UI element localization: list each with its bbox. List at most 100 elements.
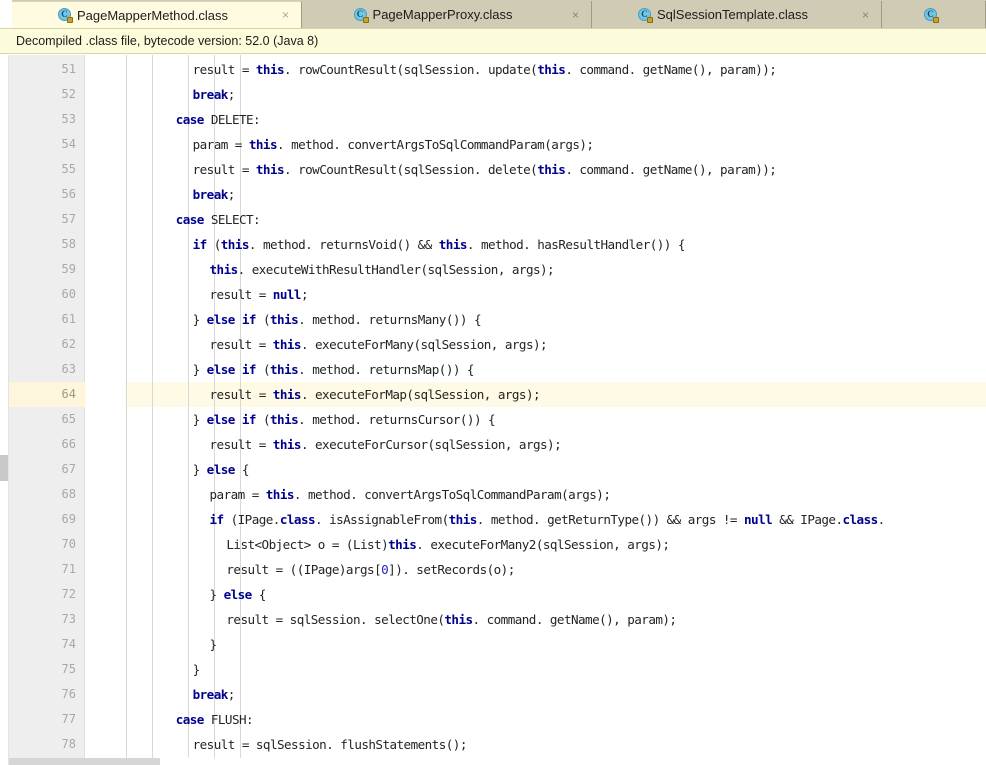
lock-icon (67, 17, 73, 23)
code-text: ; (228, 687, 235, 702)
code-line[interactable]: } else if (this. method. returnsMap()) { (193, 357, 474, 382)
editor-tab-3[interactable]: C SqlSessionTemplate.class × (592, 1, 882, 28)
line-number: 78 (16, 732, 76, 757)
java-class-locked-icon: C (638, 8, 652, 22)
editor-tab-title-group: CPageMapperMethod.class (58, 8, 228, 23)
lock-icon (363, 17, 369, 23)
code-line[interactable]: List<Object> o = (List)this. executeForM… (226, 532, 669, 557)
line-number: 74 (16, 632, 76, 657)
code-text: result = sqlSession. selectOne( (226, 612, 444, 627)
line-number: 65 (16, 407, 76, 432)
code-line[interactable]: result = null; (210, 282, 308, 307)
code-line[interactable]: result = this. rowCountResult(sqlSession… (193, 157, 777, 182)
code-text: } (193, 462, 207, 477)
code-line[interactable]: case DELETE: (176, 107, 260, 132)
java-class-locked-icon: C (354, 8, 368, 22)
line-number: 76 (16, 682, 76, 707)
editor-left-scroll-thumb[interactable] (0, 455, 8, 481)
code-line[interactable]: this. executeWithResultHandler(sqlSessio… (210, 257, 555, 282)
code-line[interactable]: } else if (this. method. returnsCursor()… (193, 407, 495, 432)
code-line[interactable]: if (IPage.class. isAssignableFrom(this. … (210, 507, 892, 532)
code-keyword: this (221, 237, 249, 252)
code-keyword: case (176, 712, 204, 727)
line-number: 52 (16, 82, 76, 107)
line-number: 70 (16, 532, 76, 557)
code-text: . rowCountResult(sqlSession. delete( (284, 162, 537, 177)
code-line[interactable]: break; (193, 182, 235, 207)
code-text: ]). setRecords(o); (388, 562, 515, 577)
editor-tab-4[interactable]: C (882, 1, 986, 28)
code-text: . method. hasResultHandler()) { (467, 237, 685, 252)
code-line[interactable]: result = ((IPage)args[0]). setRecords(o)… (226, 557, 514, 582)
editor-tab-label: PageMapperProxy.class (373, 7, 513, 22)
editor-code-area[interactable]: result = this . rowCountResult(sqlSession… (125, 55, 986, 765)
line-number: 57 (16, 207, 76, 232)
code-keyword: if (242, 412, 256, 427)
code-text: result = (210, 387, 273, 402)
java-class-locked-icon: C (58, 8, 72, 22)
editor-folding-marker-column[interactable] (86, 55, 125, 765)
code-line[interactable]: result = sqlSession. flushStatements(); (193, 732, 467, 757)
code-text: . executeWithResultHandler(sqlSession, a… (238, 262, 554, 277)
code-line[interactable]: } else { (193, 457, 249, 482)
code-keyword: class (842, 512, 877, 527)
code-text: } (193, 312, 207, 327)
code-text: . command. getName(), param)); (565, 62, 776, 77)
editor-tab-label: SqlSessionTemplate.class (657, 7, 808, 22)
code-line[interactable]: result = this. executeForMany(sqlSession… (210, 332, 548, 357)
code-keyword: this (444, 612, 472, 627)
editor-tab-2[interactable]: C PageMapperProxy.class × (302, 1, 592, 28)
editor-line-number-gutter[interactable]: 5152535455565758596061626364656667686970… (9, 55, 85, 765)
code-text: List<Object> o = (List) (226, 537, 388, 552)
code-line[interactable]: } (210, 632, 217, 657)
code-text: . method. returnsCursor()) { (298, 412, 495, 427)
editor-left-scroll-track[interactable] (0, 55, 9, 765)
code-line[interactable]: break; (193, 682, 235, 707)
code-keyword: this (273, 337, 301, 352)
code-keyword: null (744, 512, 772, 527)
line-number: 66 (16, 432, 76, 457)
code-keyword: break (193, 87, 228, 102)
line-number: 60 (16, 282, 76, 307)
code-text: . executeForCursor(sqlSession, args); (301, 437, 561, 452)
code-line[interactable]: result = this. executeForMap(sqlSession,… (210, 382, 541, 407)
code-text: && IPage. (772, 512, 842, 527)
code-line[interactable]: result = sqlSession. selectOne(this. com… (226, 607, 676, 632)
close-icon[interactable]: × (860, 9, 871, 21)
code-line[interactable]: result = this. executeForCursor(sqlSessi… (210, 432, 562, 457)
code-line[interactable]: param = this. method. convertArgsToSqlCo… (210, 482, 611, 507)
code-keyword: this (270, 362, 298, 377)
code-text: . rowCountResult(sqlSession. update( (284, 62, 537, 77)
code-line[interactable]: if (this. method. returnsVoid() && this.… (193, 232, 685, 257)
code-line[interactable]: break; (193, 82, 235, 107)
code-text (235, 412, 242, 427)
code-text: } (210, 637, 217, 652)
code-text: . command. getName(), param)); (565, 162, 776, 177)
close-icon[interactable]: × (570, 9, 581, 21)
code-line[interactable]: param = this. method. convertArgsToSqlCo… (193, 132, 594, 157)
line-number: 55 (16, 157, 76, 182)
code-editor[interactable]: 5152535455565758596061626364656667686970… (0, 55, 986, 765)
code-line[interactable]: result = this. rowCountResult(sqlSession… (193, 57, 777, 82)
line-number: 63 (16, 357, 76, 382)
editor-tab-1[interactable]: CPageMapperMethod.class × (12, 1, 302, 28)
code-keyword: this (273, 437, 301, 452)
code-keyword: else (207, 362, 235, 377)
code-text: . method. convertArgsToSqlCommandParam(a… (294, 487, 610, 502)
code-line[interactable]: } else { (210, 582, 266, 607)
line-number: 67 (16, 457, 76, 482)
code-text: . command. getName(), param); (473, 612, 677, 627)
code-line[interactable]: case FLUSH: (176, 707, 253, 732)
code-keyword: class (280, 512, 315, 527)
code-text: ( (256, 362, 270, 377)
code-line[interactable]: case SELECT: (176, 207, 260, 232)
editor-bottom-partial-band-clear (160, 758, 986, 765)
tab-bar-left-padding (0, 0, 12, 28)
close-icon[interactable]: × (280, 9, 291, 21)
code-text: . method. getReturnType()) && args != (477, 512, 744, 527)
code-text: ( (256, 412, 270, 427)
code-line[interactable]: } else if (this. method. returnsMany()) … (193, 307, 481, 332)
code-keyword: break (193, 187, 228, 202)
line-number: 68 (16, 482, 76, 507)
code-line[interactable]: } (193, 657, 200, 682)
